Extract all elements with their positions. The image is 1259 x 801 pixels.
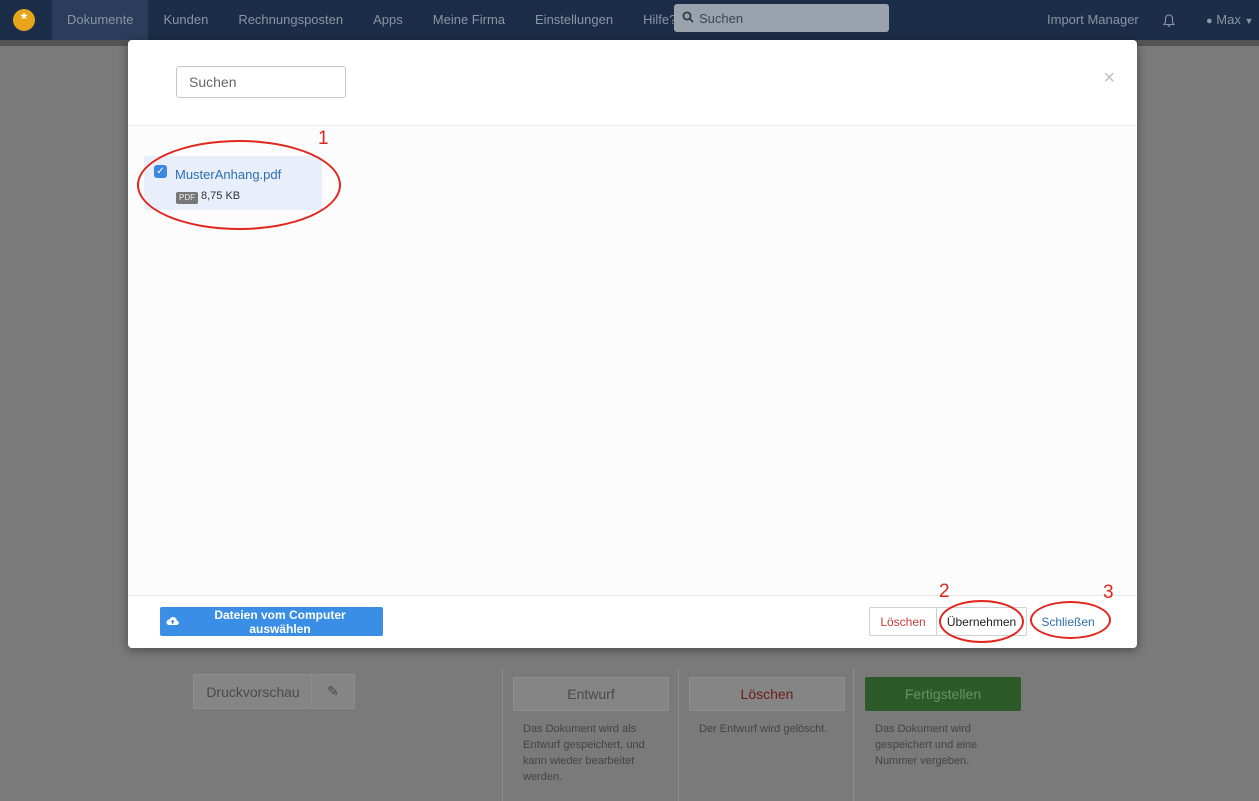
delete-description: Der Entwurf wird gelöscht.	[699, 723, 828, 735]
modal-header: ×	[128, 40, 1137, 126]
delete-draft-button[interactable]: Löschen	[689, 677, 845, 711]
divider	[502, 668, 503, 801]
divider	[678, 668, 679, 801]
bell-icon[interactable]	[1162, 0, 1176, 40]
annotation-number-2: 2	[939, 581, 950, 602]
draft-description: Das Dokument wird als Entwurf gespeicher…	[523, 723, 645, 783]
nav-item-meine-firma[interactable]: Meine Firma	[418, 0, 520, 40]
annotation-number-1: 1	[318, 128, 329, 149]
edit-icon[interactable]: ✎	[311, 674, 355, 709]
annotation-ring-file	[137, 140, 341, 230]
divider	[853, 668, 854, 801]
app-logo-icon[interactable]: *	[13, 9, 35, 31]
file-search-input[interactable]	[176, 66, 346, 98]
annotation-ring-close	[1030, 601, 1111, 639]
nav-item-rechnungsposten[interactable]: Rechnungsposten	[223, 0, 358, 40]
user-icon: ●	[1206, 15, 1213, 27]
user-menu[interactable]: ● Max ▼	[1206, 0, 1253, 40]
upload-from-computer-button[interactable]: Dateien vom Computer auswählen	[160, 607, 383, 636]
user-name: Max	[1216, 12, 1241, 27]
import-manager-link[interactable]: Import Manager	[1047, 0, 1139, 40]
global-search-placeholder: Suchen	[699, 10, 744, 26]
annotation-ring-accept	[939, 600, 1024, 643]
delete-button[interactable]: Löschen	[869, 607, 937, 636]
caret-down-icon: ▼	[1244, 16, 1254, 26]
print-preview-button[interactable]: Druckvorschau	[193, 674, 313, 709]
nav-item-kunden[interactable]: Kunden	[148, 0, 223, 40]
nav-item-dokumente[interactable]: Dokumente	[52, 0, 149, 40]
upload-button-label: Dateien vom Computer auswählen	[214, 607, 346, 636]
finish-description: Das Dokument wird gespeichert und eine N…	[875, 723, 978, 767]
cloud-upload-icon	[166, 615, 179, 629]
nav-item-einstellungen[interactable]: Einstellungen	[520, 0, 628, 40]
global-search-input[interactable]: Suchen	[674, 4, 889, 32]
nav-item-apps[interactable]: Apps	[358, 0, 418, 40]
finish-button[interactable]: Fertigstellen	[865, 677, 1021, 711]
annotation-number-3: 3	[1103, 582, 1114, 603]
attachment-modal: × ✓ MusterAnhang.pdf PDF 8,75 KB Dateien…	[128, 40, 1137, 648]
search-icon	[682, 11, 694, 26]
close-icon[interactable]: ×	[1103, 68, 1115, 88]
draft-button[interactable]: Entwurf	[513, 677, 669, 711]
